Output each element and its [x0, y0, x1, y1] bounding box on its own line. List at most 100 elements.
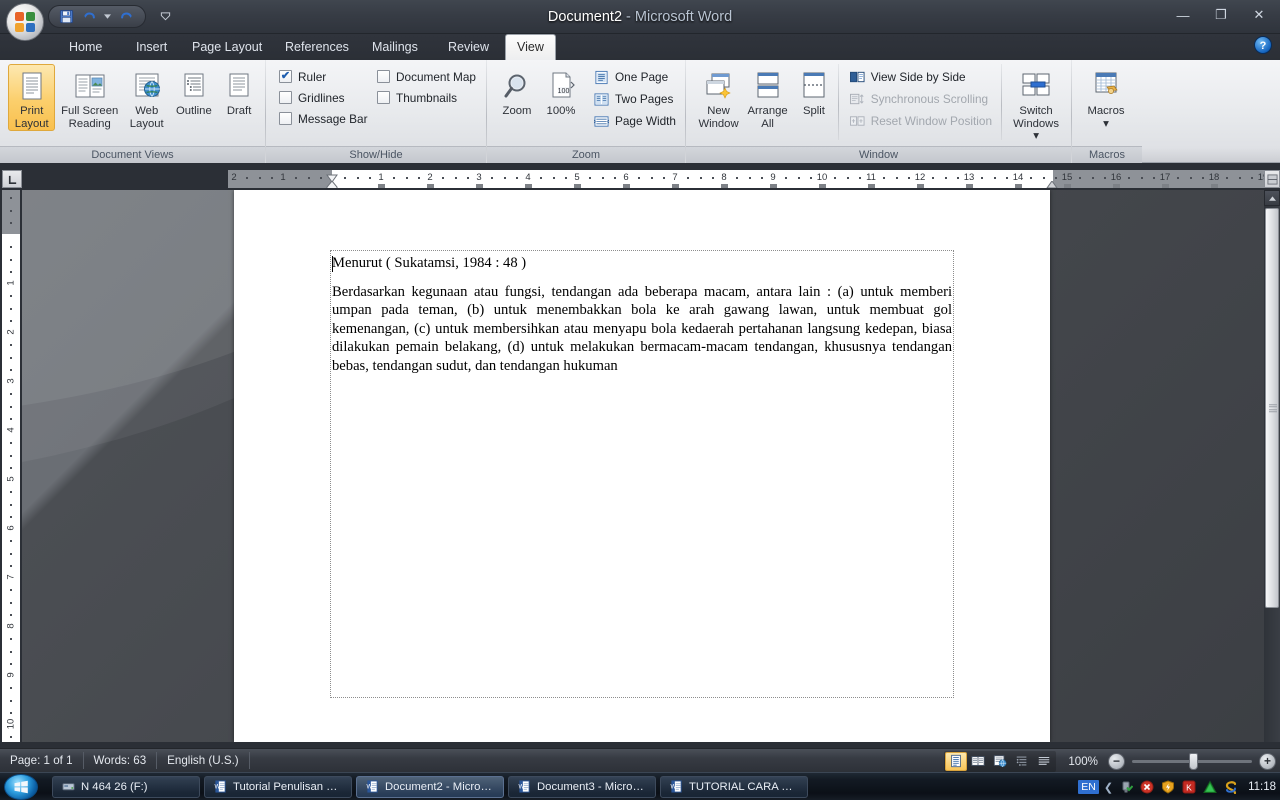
- vruler-tick-mark: [10, 442, 12, 445]
- view-side-by-side-button[interactable]: View Side by Side: [845, 66, 998, 88]
- close-button[interactable]: ✕: [1240, 2, 1278, 28]
- outline-label: Outline: [175, 105, 212, 117]
- system-tray: EN ❮ K 11:18: [1078, 773, 1276, 800]
- tab-insert[interactable]: Insert: [125, 34, 178, 60]
- taskbar-item-tutorial-cara[interactable]: W TUTORIAL CARA MEN...: [660, 775, 808, 798]
- horizontal-ruler[interactable]: 2112345678910111213141516171819: [228, 170, 1264, 188]
- word-icon: W: [669, 780, 683, 794]
- vruler-tick-mark: [10, 564, 12, 567]
- reset-window-position-button[interactable]: Reset Window Position: [845, 110, 998, 132]
- zoom-in-button[interactable]: +: [1259, 752, 1276, 770]
- one-page-icon: [593, 69, 610, 85]
- status-web-layout-button[interactable]: [989, 752, 1011, 771]
- vertical-ruler[interactable]: 1 2 3 4 5 6 7 8 9 10: [2, 190, 20, 742]
- status-draft-button[interactable]: [1033, 752, 1055, 771]
- document-text[interactable]: Menurut ( Sukatamsi, 1984 : 48 ) Berdasa…: [332, 254, 952, 385]
- arrange-all-button[interactable]: Arrange All: [743, 64, 792, 131]
- tab-references[interactable]: References: [274, 34, 360, 60]
- start-button[interactable]: [4, 773, 38, 800]
- right-indent-marker[interactable]: [1046, 178, 1058, 188]
- vruler-tick-mark: [10, 601, 12, 604]
- swirl-icon[interactable]: [1223, 779, 1239, 795]
- status-zoom-level[interactable]: 100%: [1068, 755, 1098, 768]
- new-window-button[interactable]: New Window: [694, 64, 743, 131]
- vertical-scrollbar[interactable]: [1264, 190, 1280, 742]
- two-pages-button[interactable]: Two Pages: [589, 88, 680, 110]
- group-label-show-hide: Show/Hide: [266, 146, 486, 163]
- undo-icon[interactable]: [79, 8, 99, 26]
- synchronous-scrolling-button[interactable]: Synchronous Scrolling: [845, 88, 998, 110]
- tab-mailings[interactable]: Mailings: [361, 34, 429, 60]
- status-page-number[interactable]: Page: 1 of 1: [0, 752, 84, 769]
- checkbox-gridlines[interactable]: Gridlines: [276, 87, 368, 108]
- zoom-button[interactable]: Zoom: [495, 64, 539, 119]
- status-print-layout-button[interactable]: [945, 751, 968, 771]
- macros-button[interactable]: Macros ▾: [1076, 64, 1136, 131]
- draft-button[interactable]: Draft: [218, 64, 260, 119]
- web-layout-button[interactable]: Web Layout: [124, 64, 170, 131]
- vruler-tick-mark: [10, 393, 12, 396]
- antivirus-shield-icon[interactable]: [1160, 779, 1176, 795]
- taskbar-items: N 464 26 (F:) W Tutorial Penulisan Ku...…: [52, 775, 808, 798]
- tab-view[interactable]: View: [505, 34, 556, 60]
- taskbar-item-drive[interactable]: N 464 26 (F:): [52, 775, 200, 798]
- security-alert-icon[interactable]: [1139, 779, 1155, 795]
- customize-quick-access-toolbar-icon[interactable]: [157, 8, 173, 24]
- vruler-tick-mark: [10, 711, 12, 714]
- split-button[interactable]: Split: [792, 64, 836, 119]
- status-outline-button[interactable]: [1011, 752, 1033, 771]
- zoom-slider[interactable]: [1132, 752, 1252, 770]
- vruler-tick-mark: [10, 540, 12, 543]
- thumbnails-checkbox-icon: [377, 91, 390, 104]
- document-page[interactable]: Menurut ( Sukatamsi, 1984 : 48 ) Berdasa…: [234, 190, 1050, 742]
- tab-stop-selector[interactable]: [2, 170, 22, 188]
- status-full-screen-reading-button[interactable]: [967, 752, 989, 771]
- checkbox-message-bar[interactable]: Message Bar: [276, 108, 368, 129]
- reset-window-position-label: Reset Window Position: [870, 114, 993, 128]
- zoom-100-button[interactable]: 100 100%: [539, 64, 583, 119]
- usb-device-icon[interactable]: [1118, 779, 1134, 795]
- status-language[interactable]: English (U.S.): [157, 752, 250, 769]
- one-page-button[interactable]: One Page: [589, 66, 680, 88]
- checkbox-ruler[interactable]: Ruler: [276, 66, 368, 87]
- minimize-button[interactable]: —: [1164, 2, 1202, 28]
- print-layout-button[interactable]: Print Layout: [8, 64, 56, 131]
- vruler-tick-label: 9: [5, 672, 17, 678]
- zoom-out-button[interactable]: −: [1108, 752, 1125, 770]
- page-width-button[interactable]: Page Width: [589, 110, 680, 132]
- kaspersky-icon[interactable]: K: [1181, 779, 1197, 795]
- restore-button[interactable]: ❐: [1202, 2, 1240, 28]
- taskbar-item-document3[interactable]: W Document3 - Microso...: [508, 775, 656, 798]
- undo-dropdown-icon[interactable]: [102, 8, 113, 26]
- language-indicator[interactable]: EN: [1078, 780, 1099, 794]
- tab-home[interactable]: Home: [58, 34, 113, 60]
- tab-review[interactable]: Review: [437, 34, 500, 60]
- show-hidden-icons-icon[interactable]: ❮: [1104, 781, 1113, 794]
- help-icon[interactable]: ?: [1254, 36, 1272, 54]
- hanging-indent-marker[interactable]: [326, 178, 338, 188]
- taskbar-item-tutorial-penulisan[interactable]: W Tutorial Penulisan Ku...: [204, 775, 352, 798]
- outline-button[interactable]: Outline: [172, 64, 217, 119]
- checkbox-document-map[interactable]: Document Map: [374, 66, 479, 87]
- scroll-up-button[interactable]: [1264, 190, 1280, 206]
- scrollbar-thumb[interactable]: [1265, 208, 1279, 608]
- checkbox-thumbnails[interactable]: Thumbnails: [374, 87, 479, 108]
- new-window-label: New Window: [698, 105, 739, 130]
- office-button[interactable]: [6, 3, 44, 41]
- save-icon[interactable]: [56, 8, 76, 26]
- full-screen-reading-button[interactable]: Full Screen Reading: [57, 64, 121, 131]
- status-word-count[interactable]: Words: 63: [84, 752, 158, 769]
- switch-windows-button[interactable]: Switch Windows ▾: [1006, 64, 1066, 144]
- taskbar-item-document2[interactable]: W Document2 - Microso...: [356, 775, 504, 798]
- zoom-button-label: Zoom: [502, 105, 532, 117]
- green-triangle-icon[interactable]: [1202, 779, 1218, 795]
- page-width-icon: [593, 113, 610, 129]
- split-window-box[interactable]: [1264, 170, 1280, 188]
- vruler-tick-mark: [10, 258, 12, 261]
- ribbon-group-document-views: Print Layout Full Screen Reading Web Layout: [0, 60, 265, 163]
- tab-page-layout[interactable]: Page Layout: [181, 34, 273, 60]
- zoom-slider-thumb[interactable]: [1189, 752, 1198, 770]
- status-bar-right: 100% − +: [944, 749, 1276, 773]
- redo-icon[interactable]: [116, 8, 136, 26]
- taskbar-clock[interactable]: 11:18: [1248, 781, 1276, 793]
